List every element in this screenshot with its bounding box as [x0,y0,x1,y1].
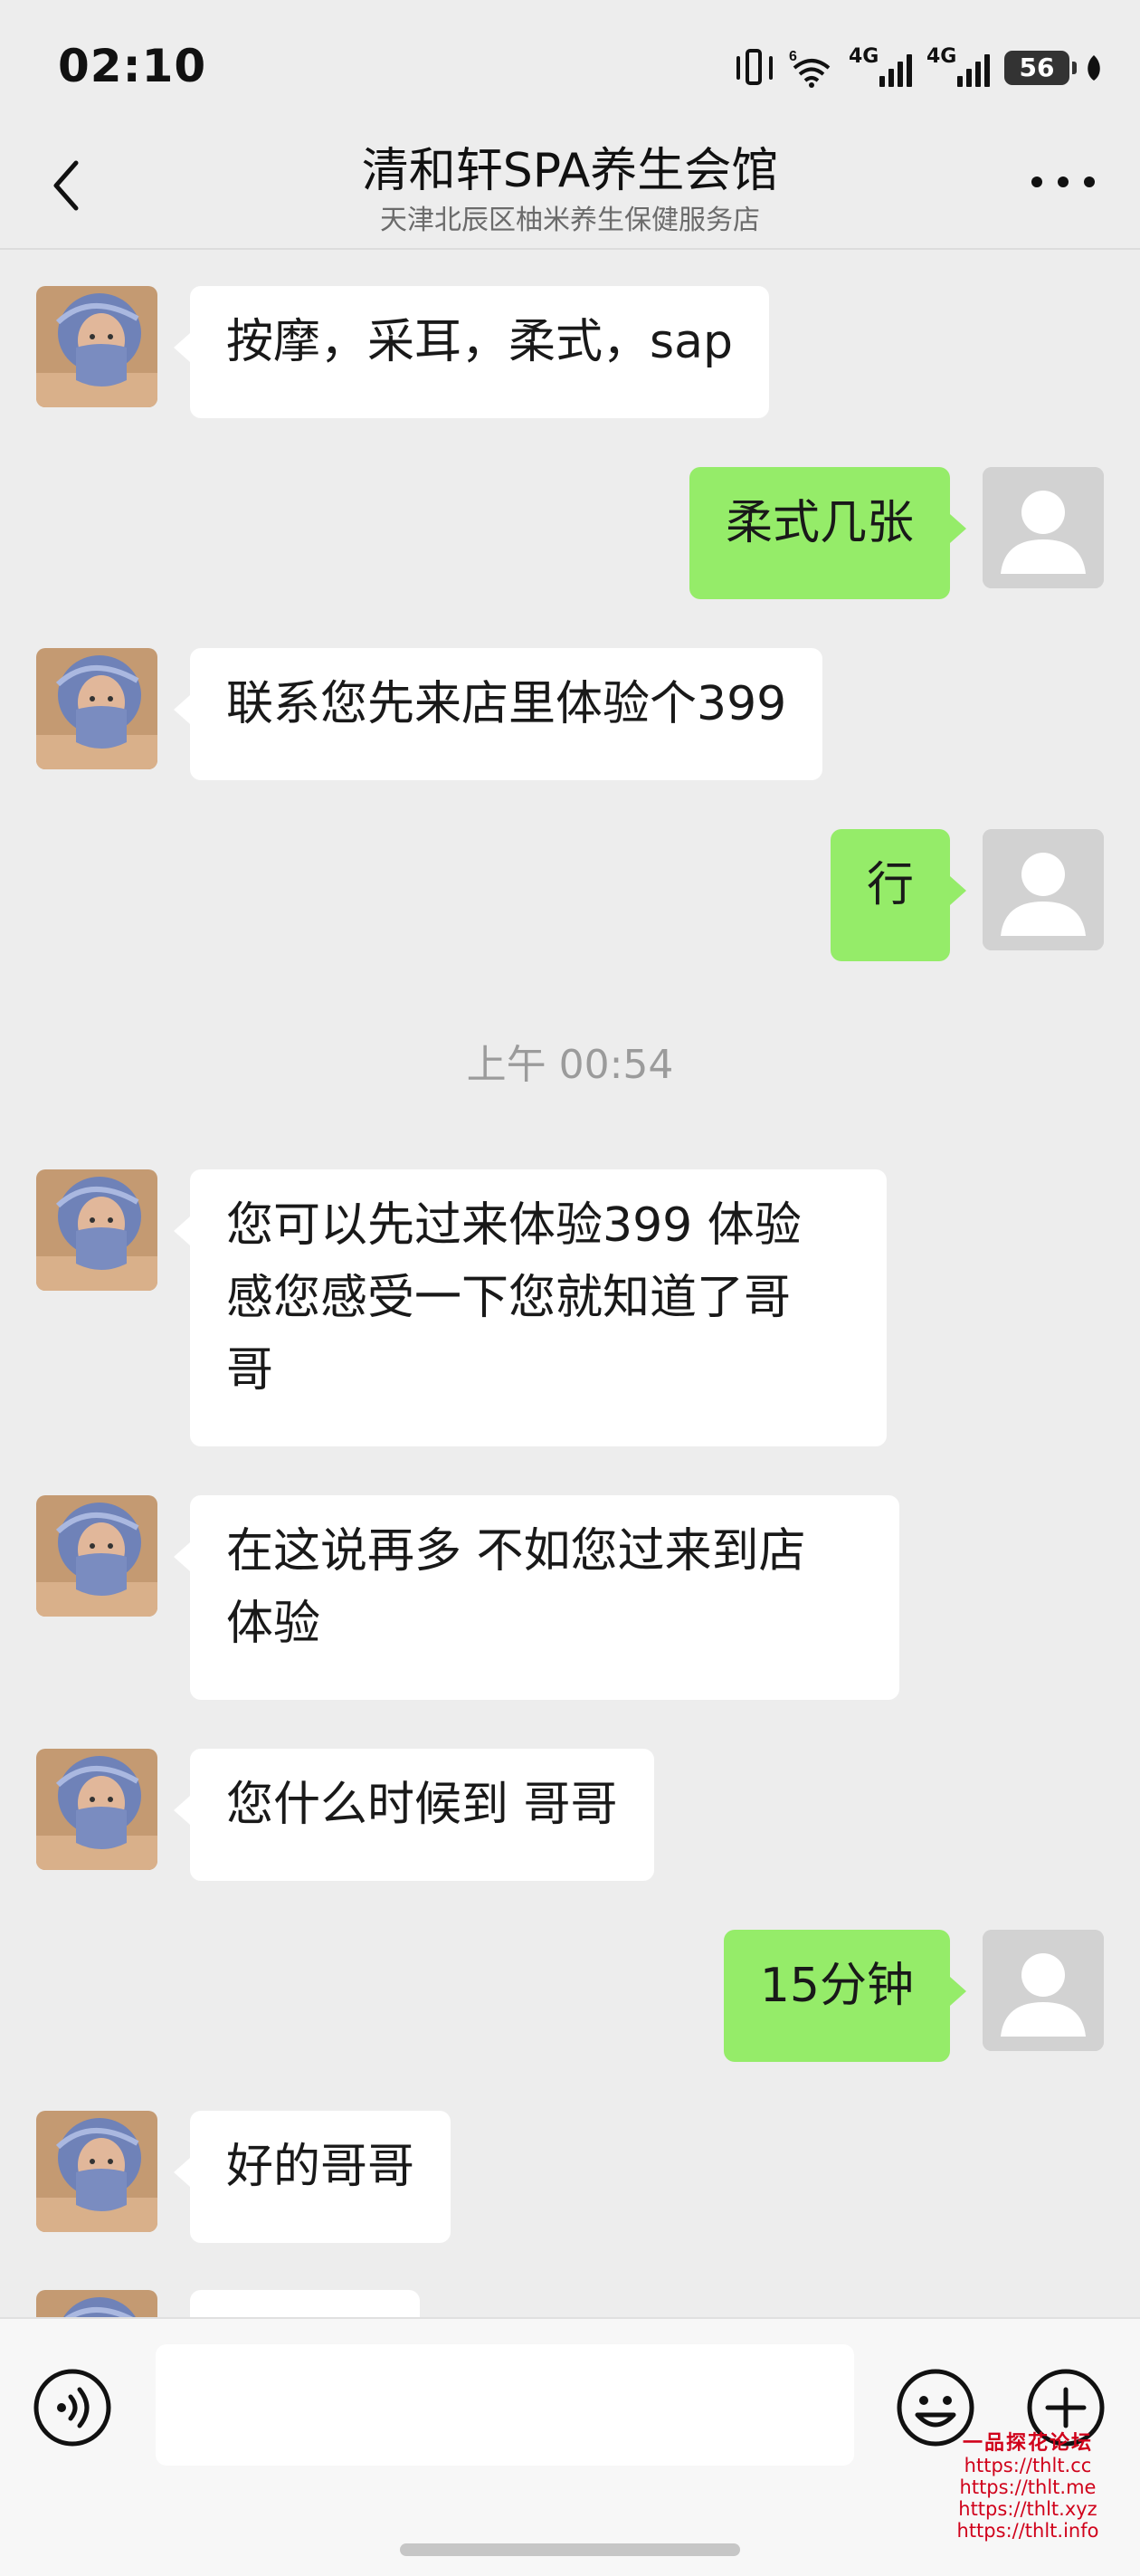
watermark-url: https://thlt.me [959,2476,1097,2498]
status-bar: 02:10 6 4G 4G 56 [0,0,1140,136]
message-bubble-incoming[interactable]: 您什么时候到 哥哥 [174,1749,654,1881]
status-time: 02:10 [58,40,207,92]
battery-icon: 56 [1004,51,1077,85]
wifi-label: 6 [789,49,797,64]
message-bubble-incoming[interactable] [190,2290,420,2317]
watermark-url: https://thlt.xyz [958,2498,1097,2520]
contact-avatar[interactable] [36,2290,157,2317]
message-bubble-incoming[interactable]: 您可以先过来体验399 体验 感您感受一下您就知道了哥 哥 [174,1169,887,1446]
message-bubble-outgoing[interactable]: 行 [830,829,967,961]
message-line: 在这说再多 不如您过来到店 [226,1524,806,1579]
message-bubble-incoming[interactable]: 按摩，采耳，柔式，sap [174,286,769,418]
message-bubble-outgoing[interactable]: 15分钟 [723,1930,967,2062]
contact-avatar[interactable] [36,286,157,407]
network-type-2: 4G [926,45,957,68]
message-bubble-incoming[interactable]: 在这说再多 不如您过来到店 体验 [174,1495,899,1700]
contact-avatar[interactable] [36,1495,157,1617]
contact-avatar[interactable] [36,648,157,769]
message-list[interactable]: 按摩，采耳，柔式，sap 柔式几张 联系您先来店里体验个399 行 上午 00:… [0,250,1140,2317]
message-line: 您可以先过来体验399 体验 [226,1198,802,1253]
more-options-icon[interactable] [1031,168,1095,196]
network-type-1: 4G [849,45,879,68]
site-watermark: 一品探花论坛 https://thlt.cc https://thlt.me h… [937,2432,1118,2543]
message-bubble-outgoing[interactable]: 柔式几张 [689,467,967,599]
contact-avatar[interactable] [36,1749,157,1870]
chat-header: 清和轩SPA养生会馆 天津北辰区柚米养生保健服务店 [0,127,1140,250]
chat-title: 清和轩SPA养生会馆 [361,144,779,198]
leaf-icon [1088,55,1100,81]
watermark-url: https://thlt.cc [964,2455,1092,2476]
contact-avatar[interactable] [36,2111,157,2232]
message-timestamp: 上午 00:54 [466,1042,674,1088]
signal-icon-2: 4G [926,45,990,91]
wifi-icon: 6 [789,48,834,88]
home-indicator[interactable] [400,2543,740,2556]
my-avatar[interactable] [983,1930,1104,2051]
watermark-brand: 一品探花论坛 [962,2432,1093,2455]
watermark-url: https://thlt.info [956,2520,1099,2542]
my-avatar[interactable] [983,829,1104,950]
status-icons: 6 4G 4G 56 [735,45,1104,91]
message-bubble-incoming[interactable]: 好的哥哥 [173,2111,451,2243]
vibrate-icon [735,47,774,89]
message-line: 体验 [226,1597,321,1651]
message-line: 哥 [226,1343,274,1398]
message-bubble-incoming[interactable]: 联系您先来店里体验个399 [173,648,823,780]
chat-subtitle: 天津北辰区柚米养生保健服务店 [380,205,760,236]
voice-icon[interactable] [31,2366,114,2449]
contact-avatar[interactable] [36,1169,157,1291]
signal-icon-1: 4G [849,45,912,91]
my-avatar[interactable] [983,467,1104,588]
message-input[interactable] [156,2344,854,2466]
message-line: 感您感受一下您就知道了哥 [226,1271,792,1325]
